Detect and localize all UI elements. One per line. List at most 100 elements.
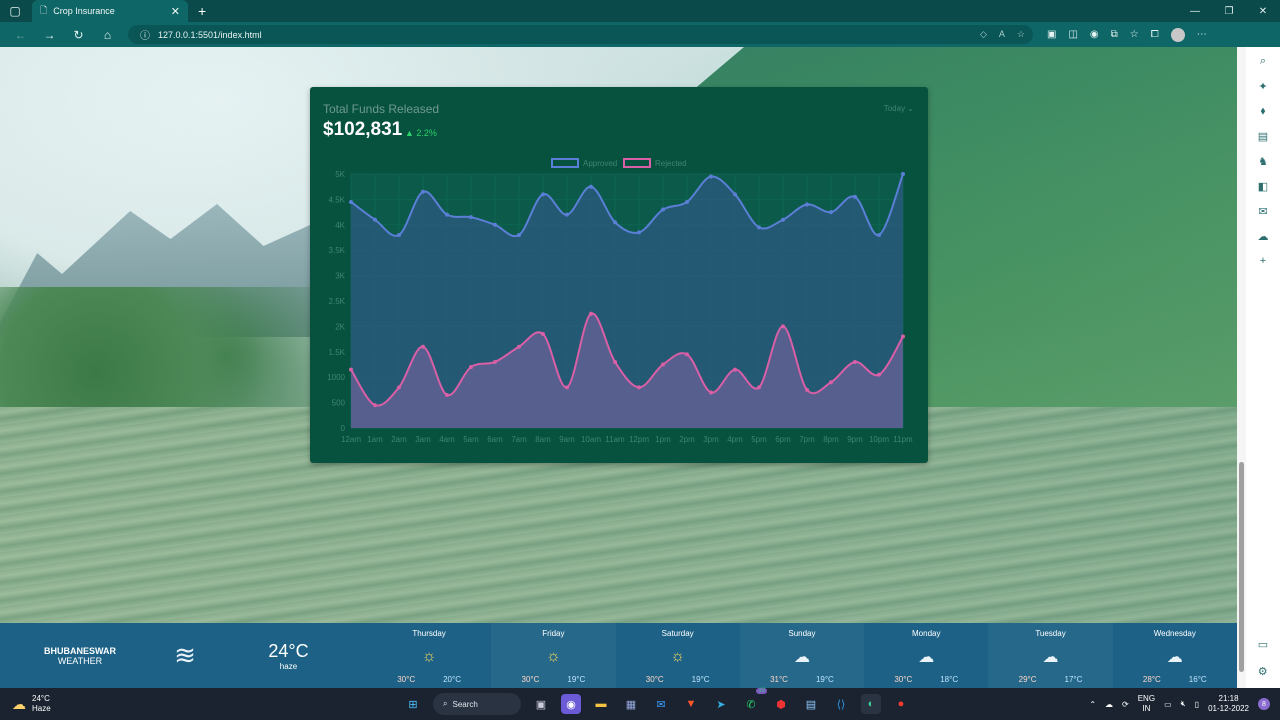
notification-badge[interactable]: 8 [1258, 698, 1270, 710]
notepad-icon[interactable]: ▤ [801, 694, 821, 714]
taskbar-apps: ⊞ ⌕ Search ▣ ◉ ▬ ▦ ✉ ▼ ➤ ✆ 10 ⬢ ▤ ⟨⟩ ◐ ● [403, 688, 911, 720]
x-tick-label: 2am [391, 435, 407, 444]
data-point [445, 212, 449, 217]
battery-icon[interactable]: ▯ [1195, 700, 1199, 709]
collections-icon[interactable]: ⧠ [1151, 29, 1159, 40]
data-point [709, 390, 713, 395]
taskbar-weather-temp: 24°C [32, 694, 50, 704]
discover-icon[interactable]: ✦ [1258, 80, 1267, 93]
back-button[interactable]: ← [6, 28, 35, 42]
file-explorer-icon[interactable]: ▬ [591, 694, 611, 714]
shopping-icon[interactable]: ⬧ [1261, 105, 1266, 118]
add-icon[interactable]: + [1260, 255, 1266, 267]
outlook-icon[interactable]: ✉ [1258, 205, 1267, 218]
url-field[interactable]: ⓘ 127.0.0.1:5501/index.html ◇ A ☆ [128, 25, 1033, 44]
extension-1-icon[interactable]: ▣ [1047, 29, 1056, 40]
vscode-icon[interactable]: ⟨⟩ [831, 694, 851, 714]
data-point [421, 189, 425, 194]
new-tab-button[interactable]: + [198, 3, 206, 19]
data-point [805, 202, 809, 207]
favorites-icon[interactable]: ☆ [1130, 29, 1139, 40]
forecast-max: 31°C [770, 675, 788, 684]
restore-button[interactable]: ❐ [1212, 6, 1246, 17]
x-tick-label: 12pm [629, 435, 649, 444]
refresh-button[interactable]: ↻ [64, 28, 93, 42]
data-point [877, 372, 881, 377]
language-indicator[interactable]: ENG IN [1138, 694, 1155, 713]
games-icon[interactable]: ♞ [1258, 155, 1268, 168]
data-point [493, 359, 497, 364]
extensions-icon[interactable]: ⧉ [1111, 29, 1118, 40]
tab-actions-icon[interactable]: ▢ [0, 0, 30, 22]
y-tick-label: 1000 [327, 373, 345, 382]
forecast-day-name: Monday [912, 629, 941, 638]
legend-label: Approved [583, 159, 617, 168]
edge-icon[interactable]: ◐ [861, 694, 881, 714]
data-point [709, 174, 713, 179]
site-info-icon[interactable]: ⓘ [140, 27, 150, 42]
close-window-button[interactable]: ✕ [1246, 6, 1280, 17]
search-icon[interactable]: ⌕ [1260, 55, 1266, 68]
x-tick-label: 10am [581, 435, 601, 444]
chat-icon[interactable]: ◉ [561, 694, 581, 714]
minimize-button[interactable]: — [1178, 6, 1212, 17]
data-point [829, 210, 833, 215]
home-button[interactable]: ⌂ [93, 28, 122, 42]
security-icon[interactable]: ⬢ [771, 694, 791, 714]
forecast-day-name: Tuesday [1035, 629, 1066, 638]
store-icon[interactable]: ▦ [621, 694, 641, 714]
page-scrollbar[interactable] [1237, 47, 1246, 688]
legend-swatch [623, 158, 651, 168]
tools-icon[interactable]: ▤ [1258, 130, 1268, 143]
forecast-day: Sunday ☁ 31°C 19°C [739, 623, 865, 688]
data-point [733, 367, 737, 372]
more-menu-icon[interactable]: ⋯ [1197, 29, 1207, 40]
office-icon[interactable]: ◧ [1258, 180, 1268, 193]
x-tick-label: 9pm [847, 435, 863, 444]
forecast-min: 20°C [443, 675, 461, 684]
settings-icon[interactable]: ⚙ [1258, 665, 1268, 678]
clock[interactable]: 21:18 01-12-2022 [1208, 694, 1249, 713]
tracking-icon[interactable]: ◇ [980, 29, 987, 40]
sync-icon[interactable]: ⟳ [1122, 700, 1129, 709]
x-tick-label: 11am [605, 435, 625, 444]
favorite-add-icon[interactable]: ☆ [1017, 29, 1025, 40]
whatsapp-icon[interactable]: ✆ 10 [741, 688, 767, 714]
x-tick-label: 6am [487, 435, 503, 444]
data-point [565, 212, 569, 217]
extension-3-icon[interactable]: ◉ [1090, 29, 1099, 40]
brave-icon[interactable]: ▼ [681, 694, 701, 714]
x-tick-label: 9am [559, 435, 575, 444]
read-aloud-icon[interactable]: A [999, 29, 1005, 40]
extension-2-icon[interactable]: ◫ [1068, 29, 1077, 40]
telegram-icon[interactable]: ➤ [711, 694, 731, 714]
volume-mute-icon[interactable]: 🔇︎ [1181, 699, 1186, 709]
forecast-min: 17°C [1064, 675, 1083, 684]
profile-avatar[interactable] [1170, 27, 1185, 42]
display-icon[interactable]: ▭ [1164, 700, 1172, 709]
current-temp: 24°C [268, 640, 309, 661]
taskbar-weather[interactable]: ☁ 24°C Haze [0, 694, 200, 713]
forecast-max: 30°C [521, 675, 540, 684]
forward-button[interactable]: → [35, 28, 64, 42]
cloud-icon[interactable]: ☁ [1258, 230, 1269, 243]
scrollbar-thumb[interactable] [1239, 462, 1244, 672]
tray-chevron-icon[interactable]: ⌃ [1089, 700, 1096, 709]
taskbar-search[interactable]: ⌕ Search [433, 693, 521, 715]
forecast-day-name: Wednesday [1153, 629, 1196, 638]
mail-icon[interactable]: ✉ [651, 694, 671, 714]
onedrive-icon[interactable]: ☁ [1105, 700, 1113, 709]
task-view-icon[interactable]: ▣ [531, 694, 551, 714]
close-tab-icon[interactable]: ✕ [171, 5, 180, 18]
start-icon[interactable]: ⊞ [403, 694, 423, 714]
forecast-min: 19°C [815, 675, 834, 684]
data-point [637, 230, 641, 235]
cloud-icon: ☁ [1166, 648, 1183, 666]
record-icon[interactable]: ● [891, 694, 911, 714]
x-tick-label: 12am [341, 435, 361, 444]
legend-label: Rejected [655, 159, 687, 168]
data-point [397, 385, 401, 390]
tab-crop-insurance[interactable]: 🗋 Crop Insurance ✕ [32, 0, 188, 22]
x-tick-label: 10pm [869, 435, 889, 444]
sidebar-layout-icon[interactable]: ▭ [1258, 638, 1268, 651]
